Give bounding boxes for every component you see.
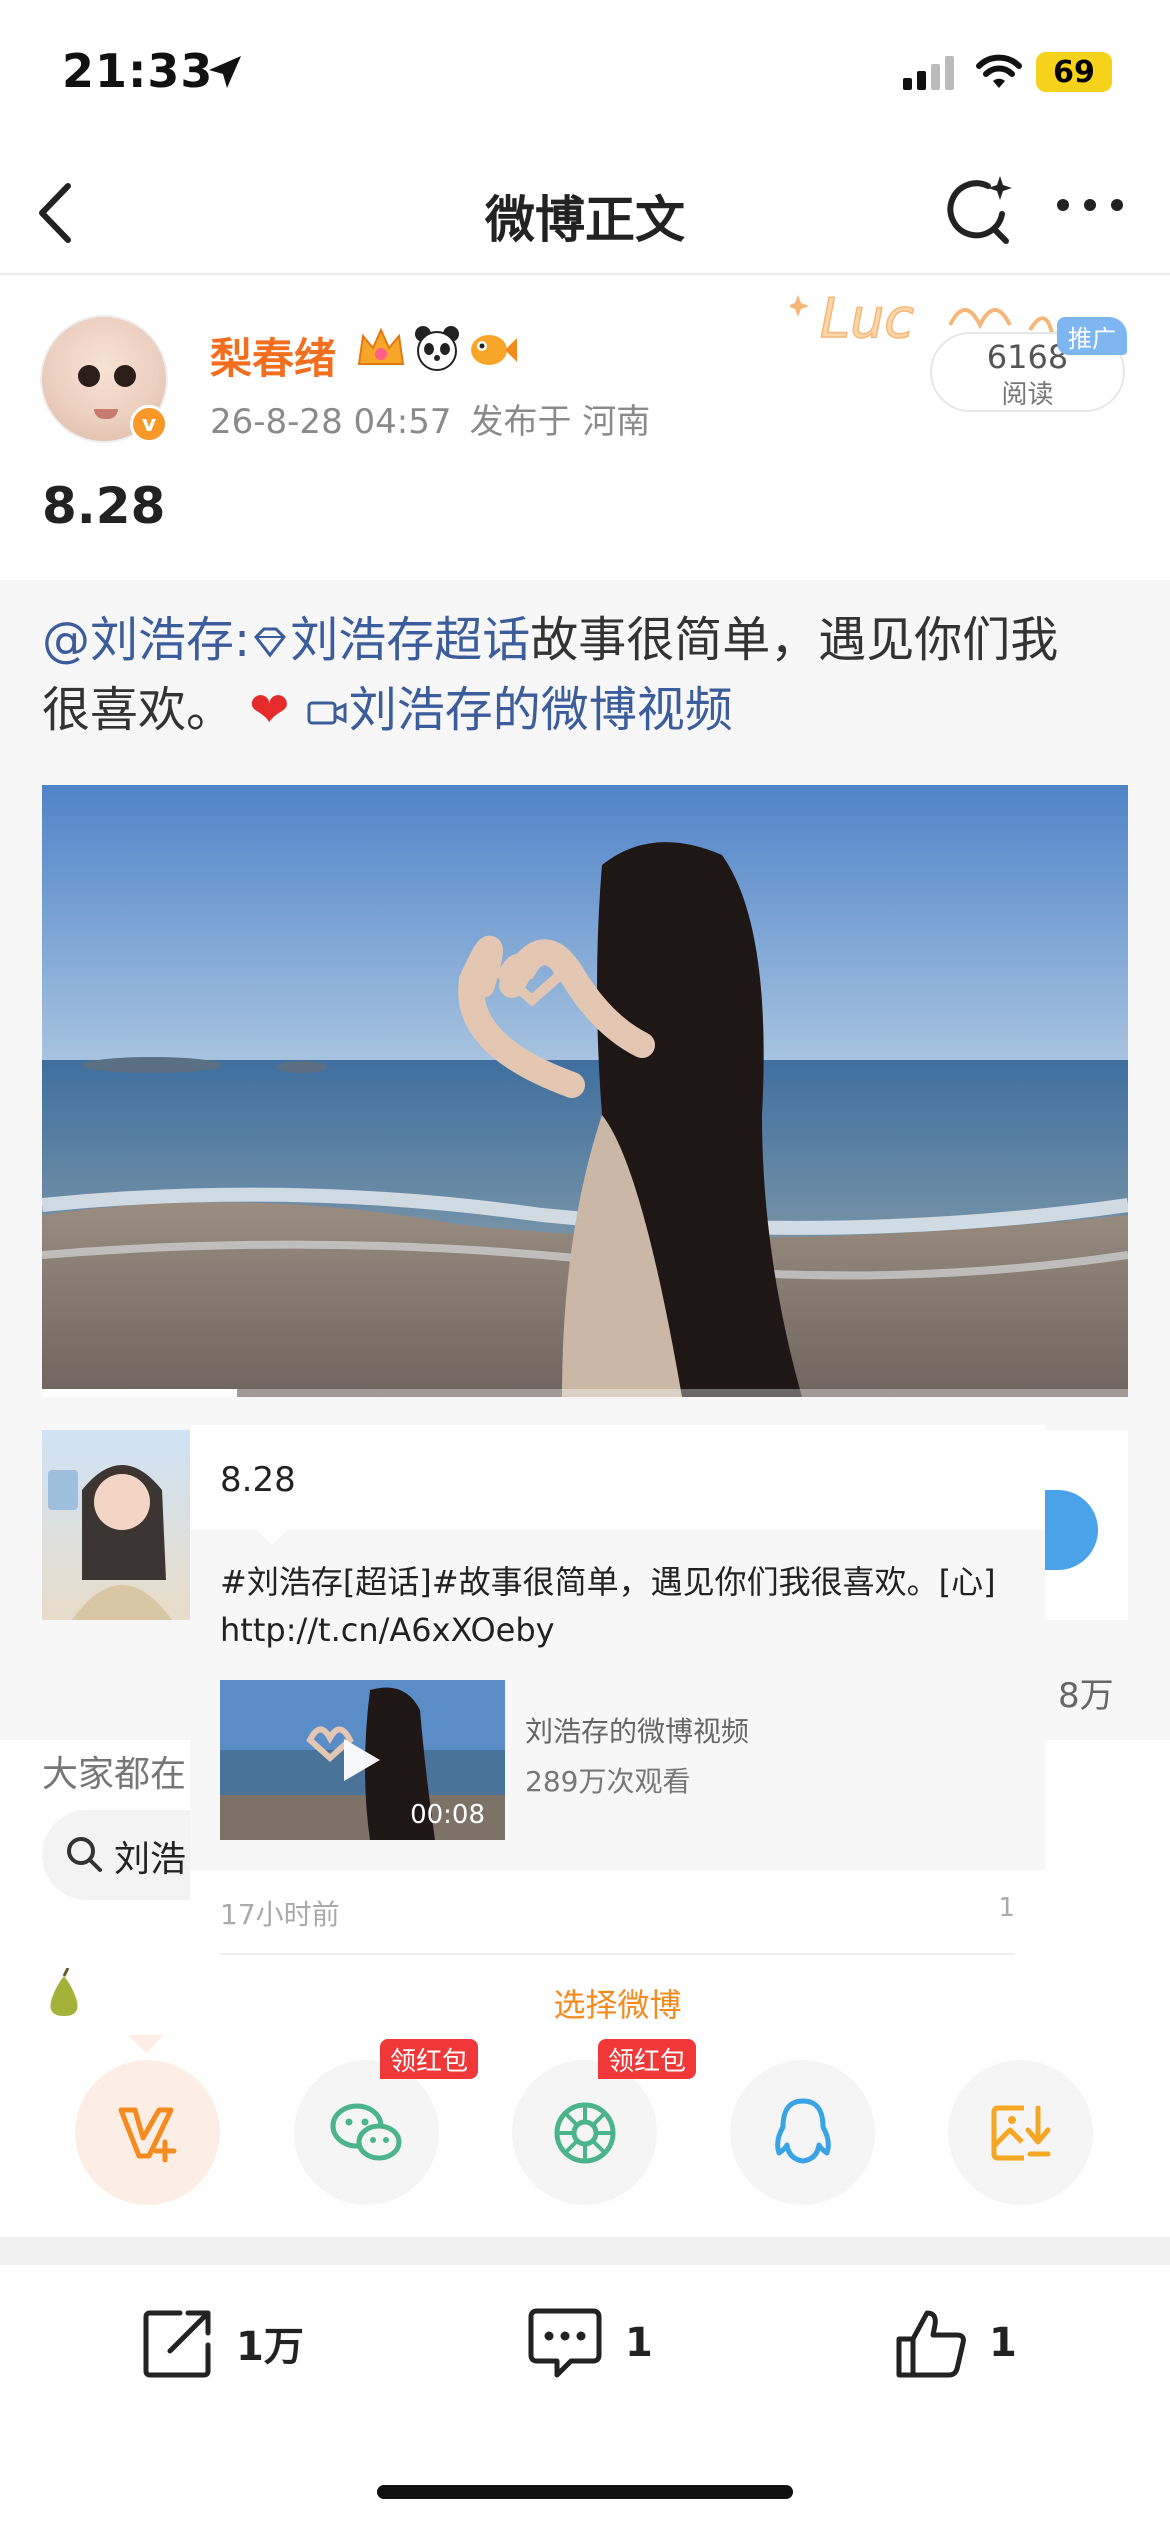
- play-icon[interactable]: [340, 1735, 384, 1785]
- weibo-preview-popup[interactable]: 8.28 #刘浩存[超话]#故事很简单，遇见你们我很喜欢。[心] http://…: [190, 1425, 1045, 2055]
- like-count: 1: [989, 2320, 1017, 2366]
- popup-body: #刘浩存[超话]#故事很简单，遇见你们我很喜欢。[心] http://t.cn/…: [190, 1530, 1045, 1870]
- repost-action[interactable]: 1万: [140, 2305, 304, 2381]
- mention-link[interactable]: @刘浩存:: [42, 612, 250, 668]
- repost-text: @刘浩存: 刘浩存超话故事很简单，遇见你们我 很喜欢。 ❤ 刘浩存的微博视频: [42, 605, 1132, 745]
- video-progress-bar[interactable]: [42, 1389, 238, 1397]
- share-row: 领红包 领红包: [0, 2035, 1170, 2235]
- section-separator: [0, 2237, 1170, 2265]
- nav-bar: 微博正文: [0, 150, 1170, 275]
- related-count: 8万: [1058, 1676, 1114, 1716]
- popup-text: #刘浩存[超话]#故事很简单，遇见你们我很喜欢。[心] http://t.cn/…: [220, 1558, 1020, 1654]
- refresh-search-icon[interactable]: [940, 170, 1020, 250]
- thumbs-up-icon: [896, 2310, 966, 2378]
- like-action[interactable]: 1: [893, 2305, 1017, 2381]
- weibo-plus-icon: [118, 2107, 176, 2162]
- super-topic-icon: [254, 627, 287, 658]
- promo-badge[interactable]: 推广: [1057, 317, 1127, 355]
- popup-count: 1: [998, 1893, 1015, 1923]
- weibo-share-button[interactable]: [75, 2060, 220, 2205]
- popup-text-line2[interactable]: http://t.cn/A6xXOeby: [220, 1606, 1020, 1654]
- qq-share-button[interactable]: [730, 2060, 875, 2205]
- video-duration: 00:08: [410, 1800, 485, 1830]
- video-player[interactable]: [42, 785, 1128, 1397]
- author-block: Luc v 梨春绪 26-8-28 04:57 发布于 河南 6168 阅读 推…: [0, 277, 1170, 577]
- more-icon[interactable]: [1055, 195, 1125, 215]
- wifi-icon: [976, 54, 1022, 88]
- popup-title: 8.28: [220, 1460, 296, 1500]
- bottom-action-bar: 1万 1 1: [0, 2265, 1170, 2532]
- wechat-icon: [330, 2103, 401, 2160]
- home-indicator[interactable]: [377, 2485, 793, 2499]
- qq-icon: [774, 2098, 831, 2163]
- pear-icon: [50, 1968, 78, 2016]
- share-caret: [128, 2035, 164, 2053]
- moments-share-button[interactable]: [512, 2060, 657, 2205]
- wechat-share-button[interactable]: [294, 2060, 439, 2205]
- status-time: 21:33: [62, 44, 214, 98]
- popup-divider: [220, 1953, 1015, 1955]
- popup-text-line1: #刘浩存[超话]#故事很简单，遇见你们我很喜欢。[心]: [220, 1563, 996, 1601]
- post-text: 8.28: [42, 477, 166, 535]
- person-thumbnail-image: [48, 1465, 172, 1620]
- location-arrow-icon: [209, 56, 241, 88]
- status-bar: 21:33 69: [0, 0, 1170, 150]
- author-badges[interactable]: [355, 324, 517, 372]
- author-name[interactable]: 梨春绪: [210, 325, 336, 386]
- save-image-button[interactable]: [948, 2060, 1093, 2205]
- popup-caret: [252, 1525, 292, 1545]
- choose-weibo-button[interactable]: 选择微博: [190, 1980, 1045, 2026]
- beach-video-frame: [42, 785, 1128, 1397]
- comment-icon: [528, 2308, 602, 2378]
- post-meta: 26-8-28 04:57 发布于 河南: [210, 394, 650, 443]
- svg-text:Luc: Luc: [820, 287, 914, 350]
- post-date: 26-8-28 04:57: [210, 402, 452, 442]
- verified-badge: v: [130, 405, 168, 443]
- video-camera-icon: [307, 701, 347, 725]
- read-label: 阅读: [1001, 380, 1054, 410]
- moments-icon: [554, 2102, 615, 2163]
- comment-count: 1: [625, 2320, 653, 2366]
- wechat-redpacket-tag[interactable]: 领红包: [380, 2039, 479, 2079]
- cellular-signal-icon: [903, 56, 954, 90]
- fish-badge-icon[interactable]: [467, 324, 517, 372]
- comment-action[interactable]: 1: [525, 2305, 653, 2381]
- repost-text-b: 很喜欢。: [42, 682, 235, 738]
- topic-link[interactable]: 刘浩存超话: [290, 612, 530, 668]
- save-image-icon: [991, 2105, 1050, 2160]
- popup-time: 17小时前: [220, 1898, 340, 1931]
- panda-badge-icon[interactable]: [413, 324, 461, 372]
- popup-video-thumbnail[interactable]: 00:08: [220, 1680, 505, 1840]
- search-icon: [67, 1837, 102, 1872]
- post-location: 发布于 河南: [469, 402, 651, 442]
- moments-redpacket-tag[interactable]: 领红包: [598, 2039, 697, 2079]
- repost-text-a: 故事很简单，遇见你们我: [530, 612, 1059, 668]
- popup-video-title: 刘浩存的微博视频: [525, 1715, 750, 1748]
- repost-icon: [143, 2310, 211, 2378]
- crown-badge-icon[interactable]: [355, 324, 407, 372]
- related-card-thumbnail[interactable]: [42, 1430, 190, 1620]
- heart-icon: ❤: [249, 682, 290, 738]
- recommend-label: 大家都在: [42, 1754, 187, 1795]
- battery-icon: 69: [1036, 52, 1112, 92]
- recommend-search-text: 刘浩: [114, 1839, 187, 1880]
- repost-count: 1万: [236, 2324, 304, 2370]
- popup-video-views: 289万次观看: [525, 1765, 691, 1798]
- video-link[interactable]: 刘浩存的微博视频: [349, 682, 733, 738]
